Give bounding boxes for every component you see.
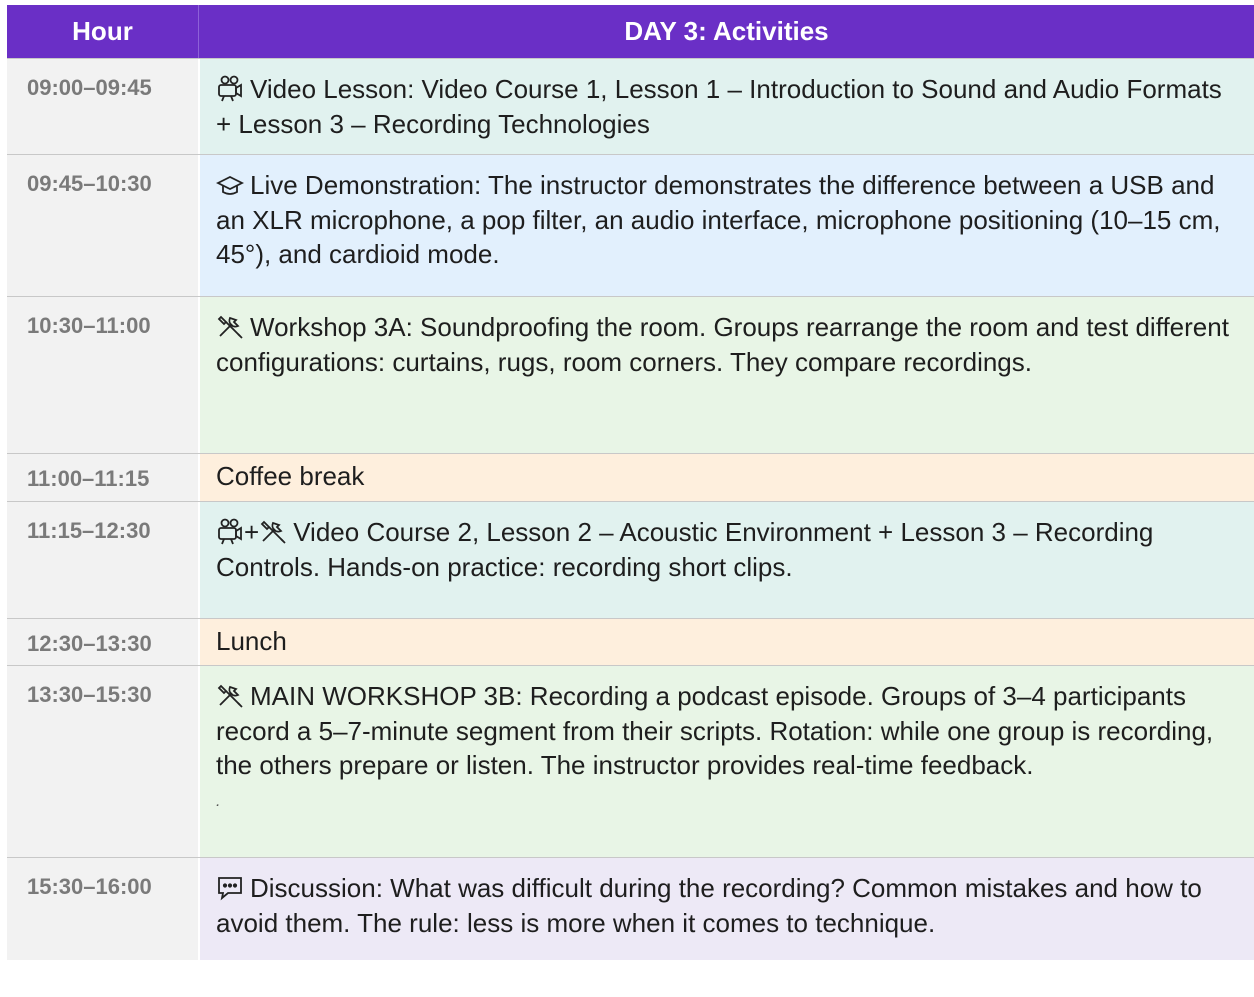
table-row: 11:00–11:15 Coffee break	[7, 453, 1254, 501]
row-time: 10:30–11:00	[7, 297, 200, 453]
header-activities: DAY 3: Activities	[624, 16, 829, 46]
tools-icon	[216, 312, 244, 340]
graduation-cap-icon	[216, 174, 244, 198]
row-activity-text: MAIN WORKSHOP 3B: Recording a podcast ep…	[216, 681, 1214, 780]
row-activity: Discussion: What was difficult during th…	[200, 858, 1254, 960]
row-activity-text: Workshop 3A: Soundproofing the room. Gro…	[216, 312, 1229, 377]
header-hour: Hour	[7, 5, 199, 58]
table-row: 09:00–09:45 Video Lesson: Video Course 1…	[7, 58, 1254, 154]
icon-joiner: +	[244, 517, 260, 547]
row-note: .	[216, 792, 221, 810]
table-header: Hour DAY 3: Activities	[7, 5, 1254, 58]
row-activity-text: Video Course 2, Lesson 2 – Acoustic Envi…	[216, 517, 1154, 582]
row-time: 13:30–15:30	[7, 666, 200, 857]
tools-icon	[259, 517, 287, 545]
row-activity: Lunch	[200, 619, 1254, 665]
table-row: 12:30–13:30 Lunch	[7, 618, 1254, 665]
video-camera-icon	[216, 517, 244, 545]
row-time: 15:30–16:00	[7, 858, 200, 960]
row-activity-text: Video Lesson: Video Course 1, Lesson 1 –…	[216, 74, 1222, 139]
row-activity: + Video Course 2, Lesson 2 – Acoustic En…	[200, 502, 1254, 618]
table-row: 15:30–16:00 Discussion: What was difficu…	[7, 857, 1254, 960]
row-activity-text: Discussion: What was difficult during th…	[216, 873, 1202, 938]
tools-icon	[216, 681, 244, 709]
table-row: 11:15–12:30 + Video Course 2, Lesson 2 –…	[7, 501, 1254, 618]
schedule-table: Hour DAY 3: Activities 09:00–09:45 Video…	[7, 5, 1254, 960]
row-activity: Live Demonstration: The instructor demon…	[200, 155, 1254, 296]
table-row: 09:45–10:30 Live Demonstration: The inst…	[7, 154, 1254, 296]
row-time: 11:00–11:15	[7, 454, 200, 501]
video-camera-icon	[216, 74, 244, 102]
row-activity: Workshop 3A: Soundproofing the room. Gro…	[200, 297, 1254, 453]
row-time: 09:45–10:30	[7, 155, 200, 296]
row-time: 11:15–12:30	[7, 502, 200, 618]
row-activity: Video Lesson: Video Course 1, Lesson 1 –…	[200, 59, 1254, 154]
row-activity-text: Lunch	[216, 626, 287, 656]
row-activity: Coffee break	[200, 454, 1254, 501]
table-row: 10:30–11:00 Workshop 3A: Soundproofing t…	[7, 296, 1254, 453]
row-time: 09:00–09:45	[7, 59, 200, 154]
row-activity-text: Coffee break	[216, 461, 365, 491]
row-time: 12:30–13:30	[7, 619, 200, 665]
row-activity-text: Live Demonstration: The instructor demon…	[216, 170, 1221, 269]
table-row: 13:30–15:30 MAIN WORKSHOP 3B: Recording …	[7, 665, 1254, 857]
row-activity: MAIN WORKSHOP 3B: Recording a podcast ep…	[200, 666, 1254, 857]
chat-bubble-icon	[216, 875, 244, 901]
